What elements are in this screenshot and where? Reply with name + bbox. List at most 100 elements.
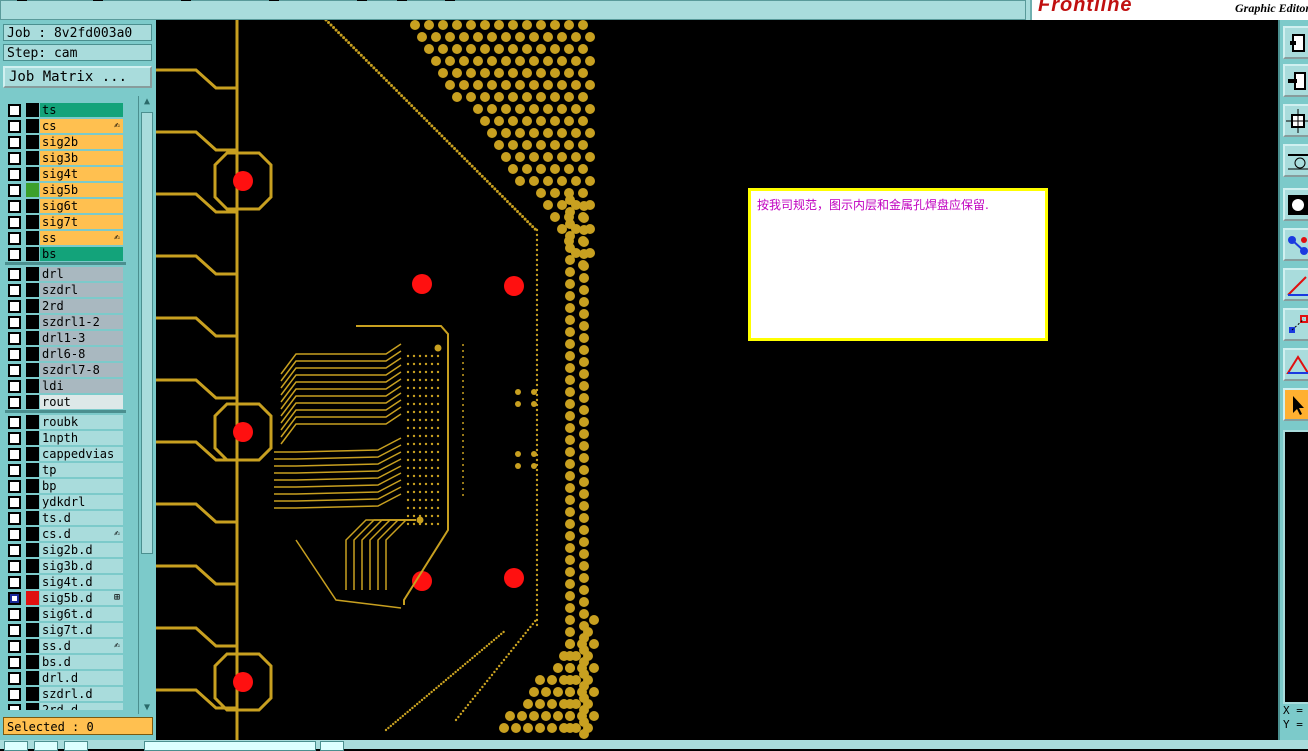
layer-row[interactable]: tp <box>5 462 126 478</box>
layer-row[interactable]: cs ✍ <box>5 118 126 134</box>
layer-row[interactable]: roubk <box>5 414 126 430</box>
layer-name[interactable]: sig2b <box>40 135 123 149</box>
layer-checkbox[interactable] <box>8 608 21 621</box>
layer-color-swatch[interactable] <box>26 639 39 653</box>
shape-icon[interactable] <box>1283 188 1308 221</box>
layer-name[interactable]: sig6t.d <box>40 607 123 621</box>
measure-icon[interactable] <box>1283 144 1308 177</box>
move-icon[interactable] <box>1283 64 1308 97</box>
layer-name[interactable]: 2rd <box>40 299 123 313</box>
status-button[interactable] <box>4 741 28 751</box>
layer-color-swatch[interactable] <box>26 199 39 213</box>
layer-color-swatch[interactable] <box>26 687 39 701</box>
layer-checkbox[interactable] <box>8 512 21 525</box>
layer-row[interactable]: sig6t <box>5 198 126 214</box>
layer-checkbox[interactable] <box>8 104 21 117</box>
layer-checkbox[interactable] <box>8 184 21 197</box>
layer-color-swatch[interactable] <box>26 247 39 261</box>
layer-checkbox[interactable] <box>8 232 21 245</box>
layer-row[interactable]: ldi <box>5 378 126 394</box>
layer-row[interactable]: drl <box>5 266 126 282</box>
layer-color-swatch[interactable] <box>26 431 39 445</box>
layer-color-swatch[interactable] <box>26 463 39 477</box>
net-icon[interactable] <box>1283 228 1308 261</box>
layer-row[interactable]: 2rd <box>5 298 126 314</box>
layer-checkbox[interactable] <box>8 284 21 297</box>
toolbar-icon[interactable] <box>17 0 27 1</box>
layer-color-swatch[interactable] <box>26 183 39 197</box>
layer-name[interactable]: sig7t <box>40 215 123 229</box>
layer-row[interactable]: szdrl7-8 <box>5 362 126 378</box>
layer-name[interactable]: cs ✍ <box>40 119 123 133</box>
layer-name[interactable]: sig6t <box>40 199 123 213</box>
layer-color-swatch[interactable] <box>26 495 39 509</box>
layer-row[interactable]: szdrl <box>5 282 126 298</box>
layer-checkbox[interactable] <box>8 168 21 181</box>
layer-color-swatch[interactable] <box>26 299 39 313</box>
toolbar-icon[interactable] <box>357 0 367 1</box>
layer-color-swatch[interactable] <box>26 331 39 345</box>
overview-panel[interactable] <box>1283 430 1308 704</box>
scroll-thumb[interactable] <box>141 112 153 554</box>
layer-color-swatch[interactable] <box>26 315 39 329</box>
layer-checkbox[interactable] <box>8 300 21 313</box>
layer-color-swatch[interactable] <box>26 543 39 557</box>
layer-row[interactable]: rout <box>5 394 126 410</box>
layer-checkbox[interactable] <box>8 200 21 213</box>
layer-name[interactable]: drl <box>40 267 123 281</box>
layer-checkbox[interactable] <box>8 528 21 541</box>
layer-color-swatch[interactable] <box>26 607 39 621</box>
layer-color-swatch[interactable] <box>26 347 39 361</box>
layer-color-swatch[interactable] <box>26 231 39 245</box>
toolbar-icon[interactable] <box>181 0 191 1</box>
layer-row[interactable]: sig4t <box>5 166 126 182</box>
layer-checkbox[interactable] <box>8 248 21 261</box>
pointer-icon[interactable] <box>1283 388 1308 421</box>
layer-color-swatch[interactable] <box>26 363 39 377</box>
layer-checkbox[interactable] <box>8 496 21 509</box>
layer-name[interactable]: sig7t.d <box>40 623 123 637</box>
layer-checkbox[interactable] <box>8 152 21 165</box>
layer-checkbox[interactable] <box>8 216 21 229</box>
layer-row[interactable]: ts <box>5 102 126 118</box>
layer-name[interactable]: szdrl1-2 <box>40 315 123 329</box>
layer-row[interactable]: cappedvias <box>5 446 126 462</box>
layer-color-swatch[interactable] <box>26 559 39 573</box>
layer-color-swatch[interactable] <box>26 167 39 181</box>
layer-checkbox[interactable] <box>8 364 21 377</box>
status-button[interactable] <box>34 741 58 751</box>
scroll-down-icon[interactable]: ▼ <box>140 702 154 714</box>
graphic-canvas[interactable] <box>156 20 1278 740</box>
layer-color-swatch[interactable] <box>26 575 39 589</box>
layer-checkbox[interactable] <box>8 656 21 669</box>
layer-row[interactable]: 1npth <box>5 430 126 446</box>
layer-checkbox[interactable] <box>8 640 21 653</box>
layer-row[interactable]: sig2b <box>5 134 126 150</box>
layer-name[interactable]: 2rd.d <box>40 703 123 710</box>
layer-name[interactable]: sig3b <box>40 151 123 165</box>
layer-name[interactable]: cs.d ✍ <box>40 527 123 541</box>
layer-name[interactable]: tp <box>40 463 123 477</box>
layer-row[interactable]: szdrl1-2 <box>5 314 126 330</box>
layer-row[interactable]: sig6t.d <box>5 606 126 622</box>
layer-name[interactable]: szdrl.d <box>40 687 123 701</box>
resize-icon[interactable] <box>1283 104 1308 137</box>
layer-checkbox[interactable] <box>8 448 21 461</box>
status-button[interactable] <box>64 741 88 751</box>
layer-name[interactable]: rout <box>40 395 123 409</box>
layer-checkbox[interactable] <box>8 624 21 637</box>
layer-color-swatch[interactable] <box>26 671 39 685</box>
scroll-up-icon[interactable]: ▲ <box>140 96 154 108</box>
layer-color-swatch[interactable] <box>26 479 39 493</box>
line-icon[interactable] <box>1283 268 1308 301</box>
toolbar-icon[interactable] <box>93 0 103 1</box>
layer-row[interactable]: sig2b.d <box>5 542 126 558</box>
toolbar-icon[interactable] <box>397 0 407 1</box>
layer-color-swatch[interactable] <box>26 655 39 669</box>
layer-color-swatch[interactable] <box>26 151 39 165</box>
layer-color-swatch[interactable] <box>26 415 39 429</box>
layer-color-swatch[interactable] <box>26 215 39 229</box>
layer-row[interactable]: drl6-8 <box>5 346 126 362</box>
command-field[interactable] <box>144 741 316 751</box>
layer-checkbox[interactable] <box>8 316 21 329</box>
